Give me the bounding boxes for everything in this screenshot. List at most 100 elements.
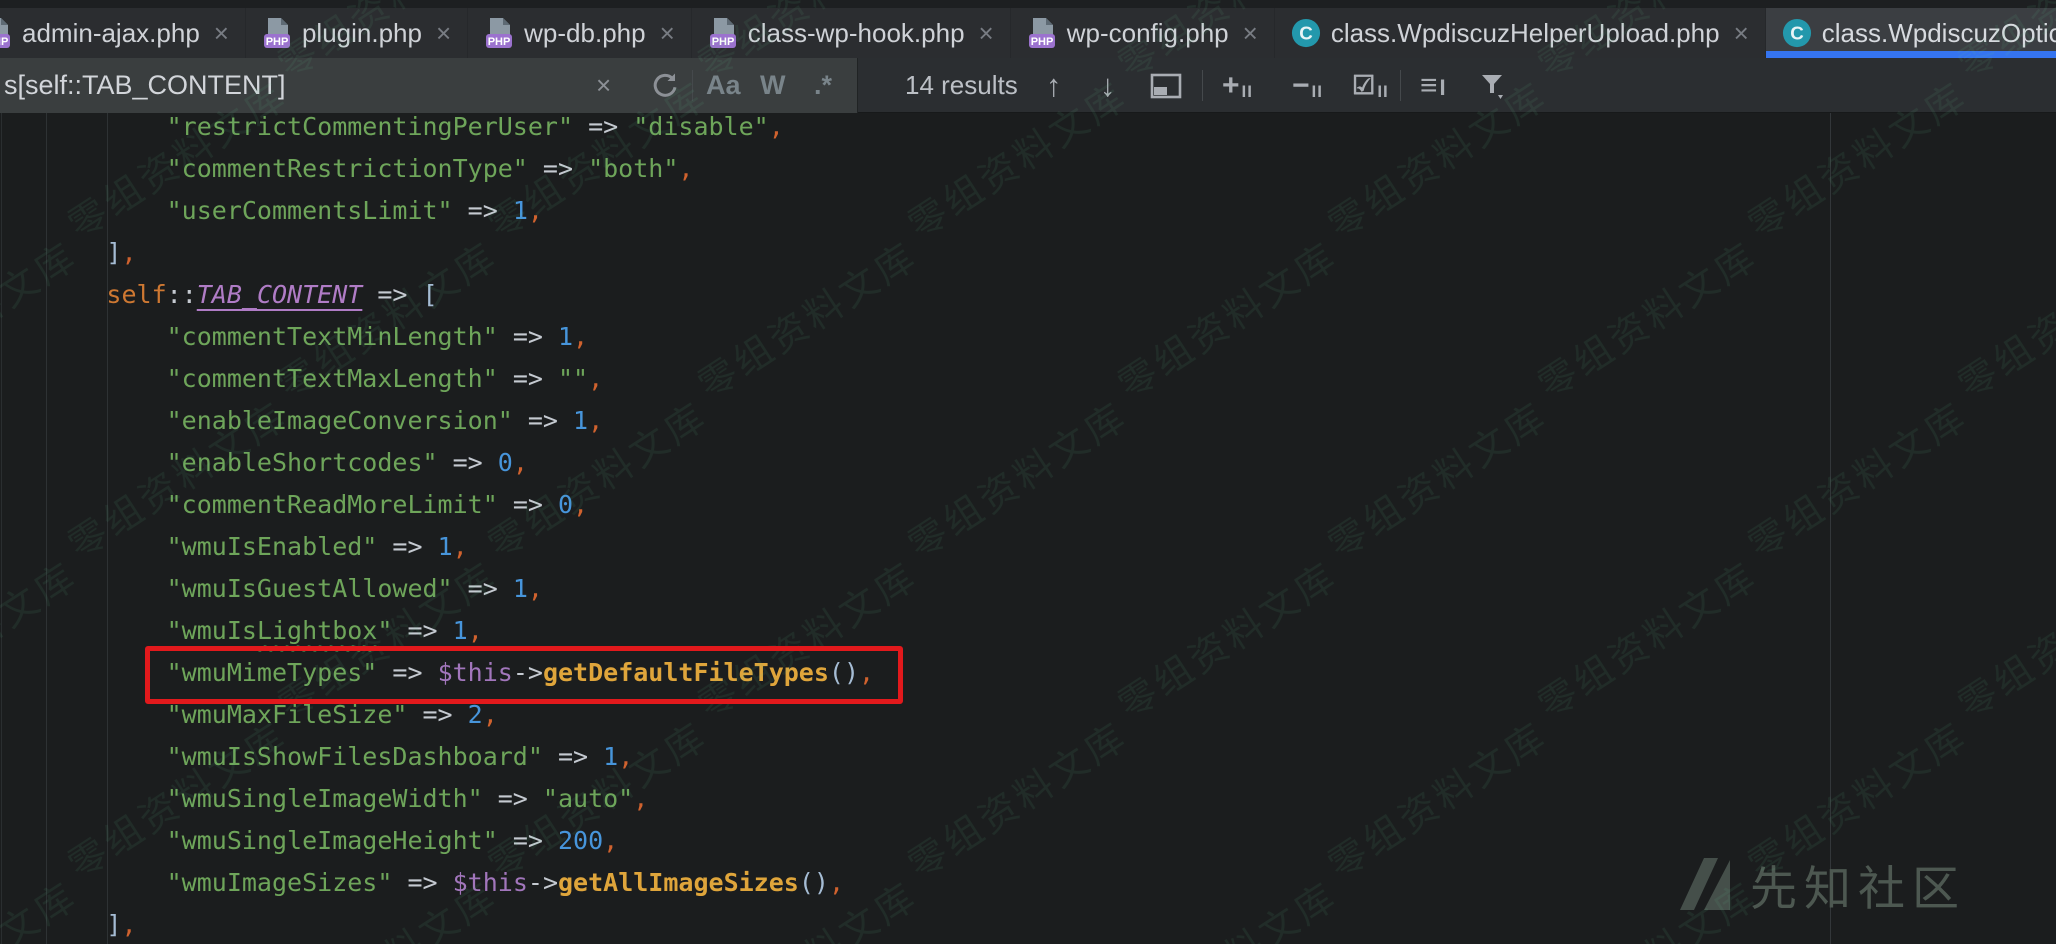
code-token: => <box>377 532 437 561</box>
prev-occurrence-icon[interactable]: ↑ <box>1046 58 1062 113</box>
match-case-toggle[interactable]: Aa <box>706 58 741 113</box>
plus-glyph: + <box>1222 69 1240 103</box>
code-token <box>0 448 167 477</box>
code-line[interactable]: ], <box>0 904 874 944</box>
code-token <box>0 574 167 603</box>
filter-icon[interactable] <box>1478 58 1508 113</box>
check-glyph: ☑ <box>1352 70 1375 101</box>
clear-search-icon[interactable]: × <box>596 58 611 113</box>
tab-admin-ajax.php[interactable]: PHPadmin-ajax.php× <box>0 8 246 58</box>
code-token: => <box>573 113 633 141</box>
code-lines: "restrictCommentingPerUser" => "disable"… <box>0 113 874 944</box>
code-token: => <box>362 280 422 309</box>
next-occurrence-icon[interactable]: ↓ <box>1100 58 1116 113</box>
php-class-icon: C <box>1782 17 1812 49</box>
code-editor[interactable]: "restrictCommentingPerUser" => "disable"… <box>0 113 2056 944</box>
code-token: self <box>106 280 166 309</box>
svg-text:PHP: PHP <box>711 36 734 48</box>
code-line[interactable]: "wmuIsShowFilesDashboard" => 1, <box>0 736 874 778</box>
code-token: => <box>543 742 603 771</box>
close-tab-icon[interactable]: × <box>214 20 229 46</box>
code-token: => <box>392 616 452 645</box>
code-line[interactable]: "restrictCommentingPerUser" => "disable"… <box>0 113 874 148</box>
code-line[interactable]: "wmuSingleImageHeight" => 200, <box>0 820 874 862</box>
php-file-icon: PHP <box>262 17 292 49</box>
code-token <box>0 113 167 141</box>
tab-label: wp-db.php <box>524 18 645 49</box>
tab-plugin.php[interactable]: PHPplugin.php× <box>246 8 468 58</box>
xianzhi-brand-text: 先知社区 <box>1750 850 1966 919</box>
code-token: $this <box>453 868 528 897</box>
code-token: , <box>453 532 468 561</box>
code-token: 200 <box>558 826 603 855</box>
select-all-occurrences-icon[interactable]: ☑II <box>1352 58 1389 113</box>
search-query-text[interactable]: s[self::TAB_CONTENT] <box>4 58 286 113</box>
code-token: 2 <box>468 700 483 729</box>
tab-wp-db.php[interactable]: PHPwp-db.php× <box>468 8 692 58</box>
pair-glyph: II <box>1377 82 1388 102</box>
code-token: "enableImageConversion" <box>167 406 513 435</box>
search-divider <box>692 70 693 101</box>
code-token: , <box>829 868 844 897</box>
code-token <box>0 910 106 939</box>
remove-occurrence-icon[interactable]: −II <box>1292 58 1323 113</box>
tab-class.WpdiscuzOptions.php[interactable]: Cclass.WpdiscuzOptions.php× <box>1766 8 2056 58</box>
code-line[interactable]: self::TAB_CONTENT => [ <box>0 274 874 316</box>
pair-glyph: II <box>1242 82 1253 102</box>
code-token: => <box>453 574 513 603</box>
code-line[interactable]: "wmuImageSizes" => $this->getAllImageSiz… <box>0 862 874 904</box>
code-line[interactable]: "wmuIsGuestAllowed" => 1, <box>0 568 874 610</box>
close-tab-icon[interactable]: × <box>436 20 451 46</box>
close-tab-icon[interactable]: × <box>979 20 994 46</box>
search-options-icon[interactable]: ≡I <box>1420 58 1447 113</box>
code-token <box>0 826 167 855</box>
code-token: "wmuMaxFileSize" <box>167 700 408 729</box>
minus-glyph: − <box>1292 69 1310 103</box>
tab-wp-config.php[interactable]: PHP wp-config.php × <box>1011 8 1275 58</box>
php-file-icon: PHP <box>1027 17 1057 49</box>
code-line[interactable]: "wmuIsEnabled" => 1, <box>0 526 874 568</box>
search-history-icon[interactable] <box>650 58 680 113</box>
results-count: 14 results <box>905 58 1018 113</box>
add-occurrence-icon[interactable]: +II <box>1222 58 1253 113</box>
code-line[interactable]: "userCommentsLimit" => 1, <box>0 190 874 232</box>
annotation-red-box <box>145 646 903 704</box>
tab-class-wp-hook.php[interactable]: PHPclass-wp-hook.php× <box>692 8 1011 58</box>
code-token: :: <box>167 280 197 309</box>
tabs-row: PHPadmin-ajax.php× PHPplugin.php× PHP wp-… <box>0 8 2056 58</box>
close-tab-icon[interactable]: × <box>660 20 675 46</box>
code-token: 1 <box>603 742 618 771</box>
code-line[interactable]: "enableImageConversion" => 1, <box>0 400 874 442</box>
xianzhi-logo-icon <box>1676 854 1736 916</box>
tab-label: wp-config.php <box>1067 18 1229 49</box>
code-token <box>0 532 167 561</box>
code-token: , <box>468 616 483 645</box>
tab-class.WpdiscuzHelperUpload.php[interactable]: Cclass.WpdiscuzHelperUpload.php× <box>1275 8 1766 58</box>
code-line[interactable]: "commentTextMinLength" => 1, <box>0 316 874 358</box>
code-line[interactable]: "commentTextMaxLength" => "", <box>0 358 874 400</box>
code-line[interactable]: "commentReadMoreLimit" => 0, <box>0 484 874 526</box>
code-token <box>0 154 167 183</box>
close-tab-icon[interactable]: × <box>1734 20 1749 46</box>
code-line[interactable]: "wmuSingleImageWidth" => "auto", <box>0 778 874 820</box>
search-input[interactable]: s[self::TAB_CONTENT] × Aa W .* <box>0 58 858 113</box>
open-in-find-window-icon[interactable] <box>1150 58 1182 113</box>
code-line[interactable]: ], <box>0 232 874 274</box>
code-token: "wmuSingleImageHeight" <box>167 826 498 855</box>
whole-words-toggle[interactable]: W <box>760 58 785 113</box>
code-token: "both" <box>588 154 678 183</box>
code-token: => <box>438 448 498 477</box>
xianzhi-watermark: 先知社区 <box>1676 850 1966 919</box>
code-token <box>0 490 167 519</box>
code-line[interactable]: "commentRestrictionType" => "both", <box>0 148 874 190</box>
code-token: "restrictCommentingPerUser" <box>167 113 573 141</box>
code-token: , <box>633 784 648 813</box>
code-token: "wmuIsGuestAllowed" <box>167 574 453 603</box>
code-token: 0 <box>498 448 513 477</box>
code-line[interactable]: "enableShortcodes" => 0, <box>0 442 874 484</box>
regex-toggle[interactable]: .* <box>814 58 832 113</box>
close-tab-icon[interactable]: × <box>1243 20 1258 46</box>
code-token: => <box>498 364 558 393</box>
code-token <box>0 196 167 225</box>
code-token <box>0 364 167 393</box>
